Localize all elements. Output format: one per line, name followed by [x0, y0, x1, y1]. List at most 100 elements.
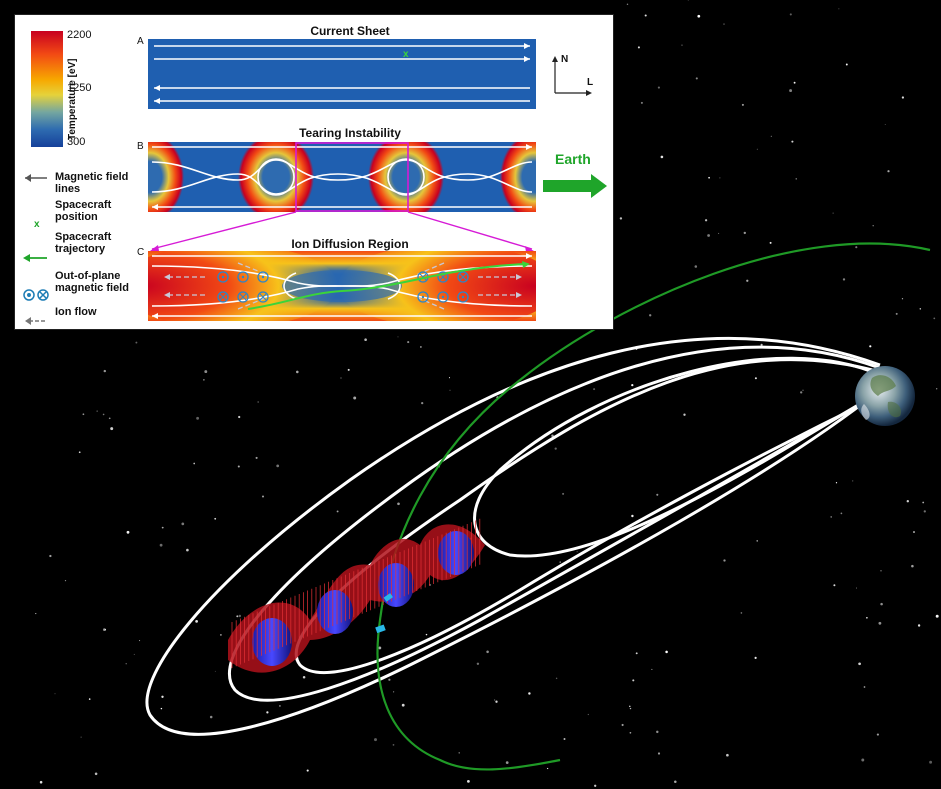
star — [126, 530, 130, 534]
panel-c-ion-diffusion-region — [148, 251, 536, 321]
star — [743, 231, 746, 235]
out-of-plane-field-icon — [23, 289, 49, 301]
star — [707, 234, 710, 237]
star — [353, 396, 357, 400]
star — [637, 46, 640, 49]
star — [276, 464, 280, 468]
star — [476, 662, 480, 665]
star — [740, 612, 743, 614]
star — [746, 279, 749, 282]
star — [458, 752, 460, 754]
colorbar-axis-label: Temperature [eV] — [67, 58, 78, 140]
star — [266, 711, 269, 714]
legend-symbols: x — [23, 174, 49, 325]
star — [830, 516, 832, 518]
star — [196, 416, 200, 420]
star — [378, 646, 382, 650]
star — [923, 510, 926, 513]
star — [388, 678, 391, 681]
star — [852, 480, 854, 482]
nl-axes-icon — [552, 56, 592, 96]
panel-c-letter: C — [137, 247, 145, 258]
star — [791, 140, 794, 143]
star — [657, 752, 661, 755]
star — [913, 531, 915, 533]
star — [901, 298, 904, 300]
legend-spacecraft-trajectory-label: Spacecraft trajectory — [55, 231, 112, 255]
star — [340, 377, 342, 379]
star — [922, 501, 925, 504]
star — [110, 427, 114, 431]
star — [863, 686, 866, 688]
panel-b-tearing-instability — [148, 142, 536, 212]
spacecraft-position-icon: x — [34, 219, 40, 230]
star — [845, 63, 848, 66]
panel-b-title: Tearing Instability — [299, 126, 401, 140]
star — [559, 561, 561, 563]
star — [723, 559, 726, 562]
panel-b-letter: B — [137, 141, 144, 152]
flux-tube-4 — [438, 531, 474, 575]
star — [546, 767, 549, 770]
star — [82, 413, 85, 416]
flux-rope-chain — [228, 518, 485, 673]
star — [789, 89, 793, 93]
star — [872, 224, 874, 227]
star — [656, 730, 659, 734]
star — [278, 704, 281, 707]
star — [296, 370, 299, 374]
earth-globe — [855, 366, 915, 426]
star — [181, 522, 185, 526]
star — [203, 379, 205, 381]
star — [420, 346, 422, 348]
star — [35, 613, 37, 615]
magnetic-field-loops — [145, 336, 881, 736]
star — [102, 628, 106, 632]
star — [838, 8, 840, 10]
star — [793, 81, 796, 84]
star — [449, 389, 451, 391]
star — [866, 617, 868, 619]
star — [159, 543, 163, 547]
star — [660, 155, 664, 159]
star — [78, 451, 81, 454]
star — [554, 447, 557, 450]
star — [255, 456, 258, 459]
star — [125, 663, 127, 665]
star — [407, 341, 410, 344]
star — [555, 677, 558, 680]
star — [39, 780, 43, 784]
panel-a-letter: A — [137, 36, 144, 47]
star — [49, 554, 52, 558]
field-loop-outer — [145, 336, 881, 736]
star — [626, 3, 629, 6]
star — [629, 731, 632, 734]
panel-a-current-sheet: x — [148, 39, 536, 109]
star — [160, 707, 163, 710]
star — [393, 691, 395, 693]
star — [683, 413, 686, 416]
legend-magnetic-field-label: Magnetic field lines — [55, 171, 129, 195]
star — [139, 640, 141, 642]
star — [840, 512, 843, 515]
star — [576, 551, 578, 553]
star — [214, 670, 216, 672]
star — [901, 96, 905, 99]
star — [220, 634, 222, 636]
star — [96, 410, 98, 412]
star — [236, 615, 239, 618]
star — [486, 650, 489, 654]
star — [880, 602, 883, 606]
star — [929, 760, 933, 764]
star — [895, 312, 898, 315]
star — [856, 587, 858, 589]
field-loop-2 — [228, 345, 881, 702]
star — [421, 401, 424, 405]
star — [842, 278, 846, 281]
star — [656, 493, 659, 496]
star — [640, 101, 643, 104]
star — [94, 772, 98, 776]
star — [629, 705, 631, 708]
star — [238, 415, 241, 419]
star — [681, 44, 683, 46]
